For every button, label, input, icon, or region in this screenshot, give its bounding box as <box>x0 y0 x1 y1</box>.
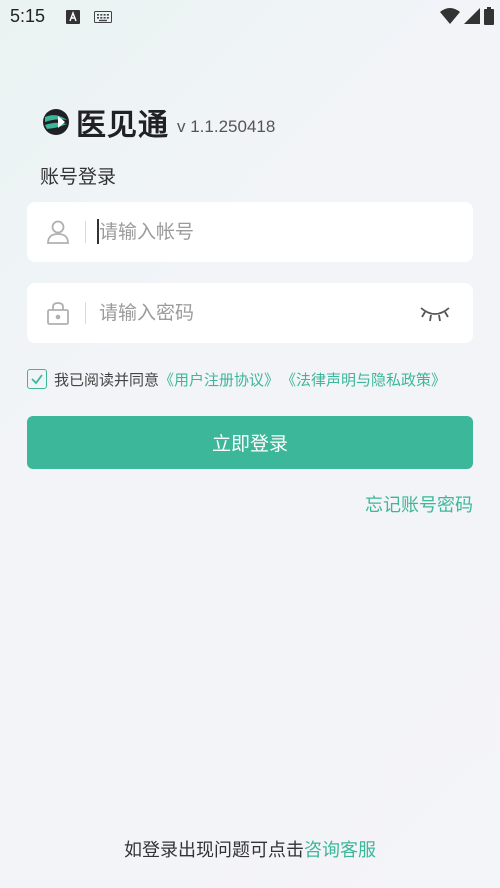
status-time: 5:15 <box>10 6 46 26</box>
footer-help: 如登录出现问题可点击咨询客服 <box>0 836 500 862</box>
forgot-password-link[interactable]: 忘记账号密码 <box>365 491 473 517</box>
customer-service-link[interactable]: 咨询客服 <box>304 840 376 861</box>
logo-text: 医见通 <box>76 108 169 143</box>
login-button[interactable]: 立即登录 <box>27 416 473 469</box>
version-label: v 1.1.250418 <box>177 117 276 136</box>
agreement-row: 我已阅读并同意 《用户注册协议》 《法律声明与隐私政策》 <box>27 368 446 390</box>
account-input[interactable] <box>99 212 399 252</box>
agree-checkbox[interactable] <box>27 369 47 389</box>
privacy-policy-link[interactable]: 《法律声明与隐私政策》 <box>281 369 446 390</box>
page-title: 账号登录 <box>40 166 117 188</box>
signal-icon <box>464 8 480 24</box>
user-icon <box>47 220 69 244</box>
app-logo: 医见通 <box>42 104 169 143</box>
a-notification-icon <box>66 10 80 24</box>
check-icon <box>31 374 43 385</box>
agree-prefix: 我已阅读并同意 <box>54 370 160 389</box>
text-caret <box>97 219 99 244</box>
password-field[interactable] <box>27 283 473 343</box>
logo-mark-icon <box>43 109 69 135</box>
field-divider <box>85 302 86 324</box>
wifi-icon <box>440 8 460 24</box>
footer-text: 如登录出现问题可点击 <box>124 840 304 861</box>
status-right-icons <box>440 6 494 26</box>
password-input[interactable] <box>99 293 399 333</box>
keyboard-icon <box>94 11 112 23</box>
status-bar: 5:15 <box>0 0 500 36</box>
field-divider <box>85 221 86 243</box>
battery-icon <box>484 7 494 25</box>
account-field[interactable] <box>27 202 473 262</box>
lock-icon <box>47 302 69 325</box>
eye-closed-icon[interactable] <box>419 303 451 323</box>
user-agreement-link[interactable]: 《用户注册协议》 <box>159 369 279 390</box>
